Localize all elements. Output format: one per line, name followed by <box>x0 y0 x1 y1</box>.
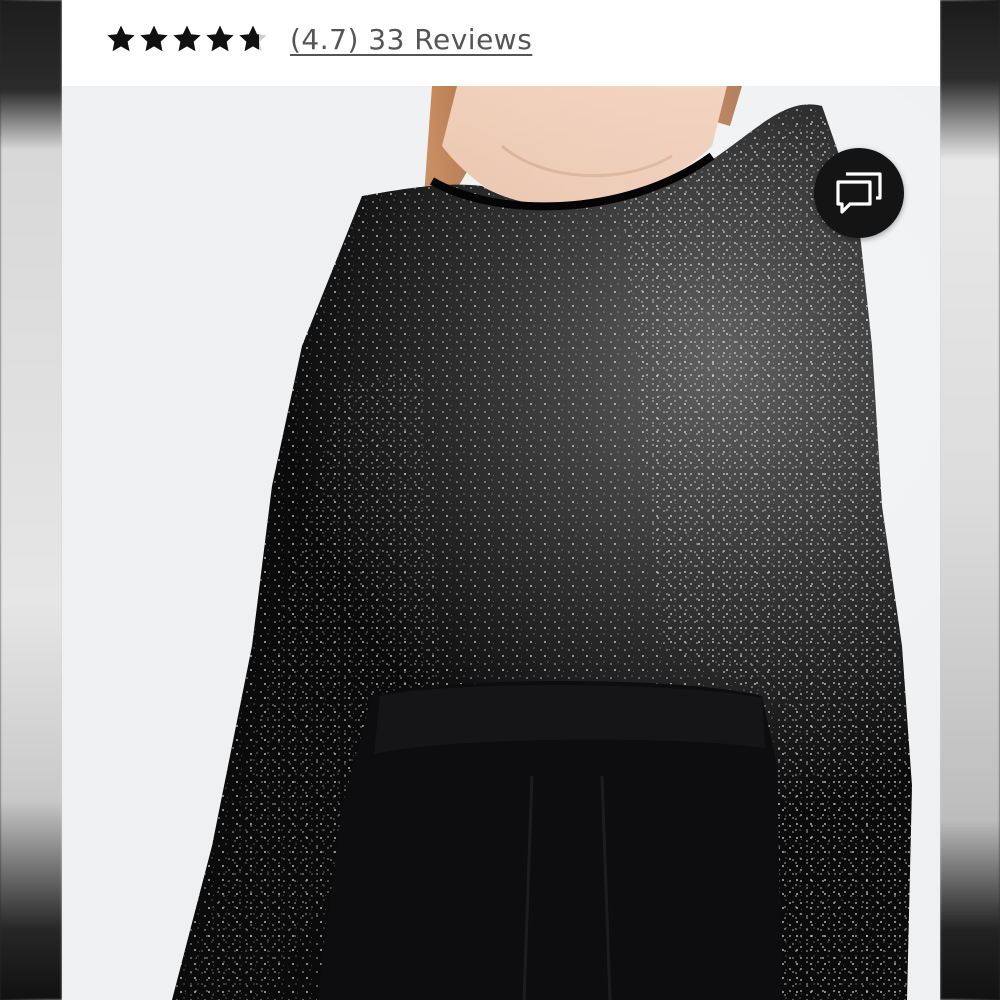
star-icon <box>239 25 267 52</box>
product-photo-illustration <box>62 86 940 1000</box>
star-rating[interactable] <box>106 24 268 54</box>
product-page: (4.7) 33 Reviews <box>62 0 940 1000</box>
screenshot-frame: (4.7) 33 Reviews <box>0 0 1000 1000</box>
star-icon <box>140 25 168 52</box>
reviews-link[interactable]: (4.7) 33 Reviews <box>290 23 532 56</box>
blurred-left-edge <box>0 0 62 1000</box>
chat-bubbles-icon <box>836 172 882 214</box>
product-image[interactable] <box>62 86 940 1000</box>
star-icon <box>107 25 135 52</box>
star-icon <box>206 25 234 52</box>
blurred-right-edge <box>940 0 1000 1000</box>
chat-button[interactable] <box>814 148 904 238</box>
rating-summary: (4.7) 33 Reviews <box>106 14 532 64</box>
star-icon <box>173 25 201 52</box>
